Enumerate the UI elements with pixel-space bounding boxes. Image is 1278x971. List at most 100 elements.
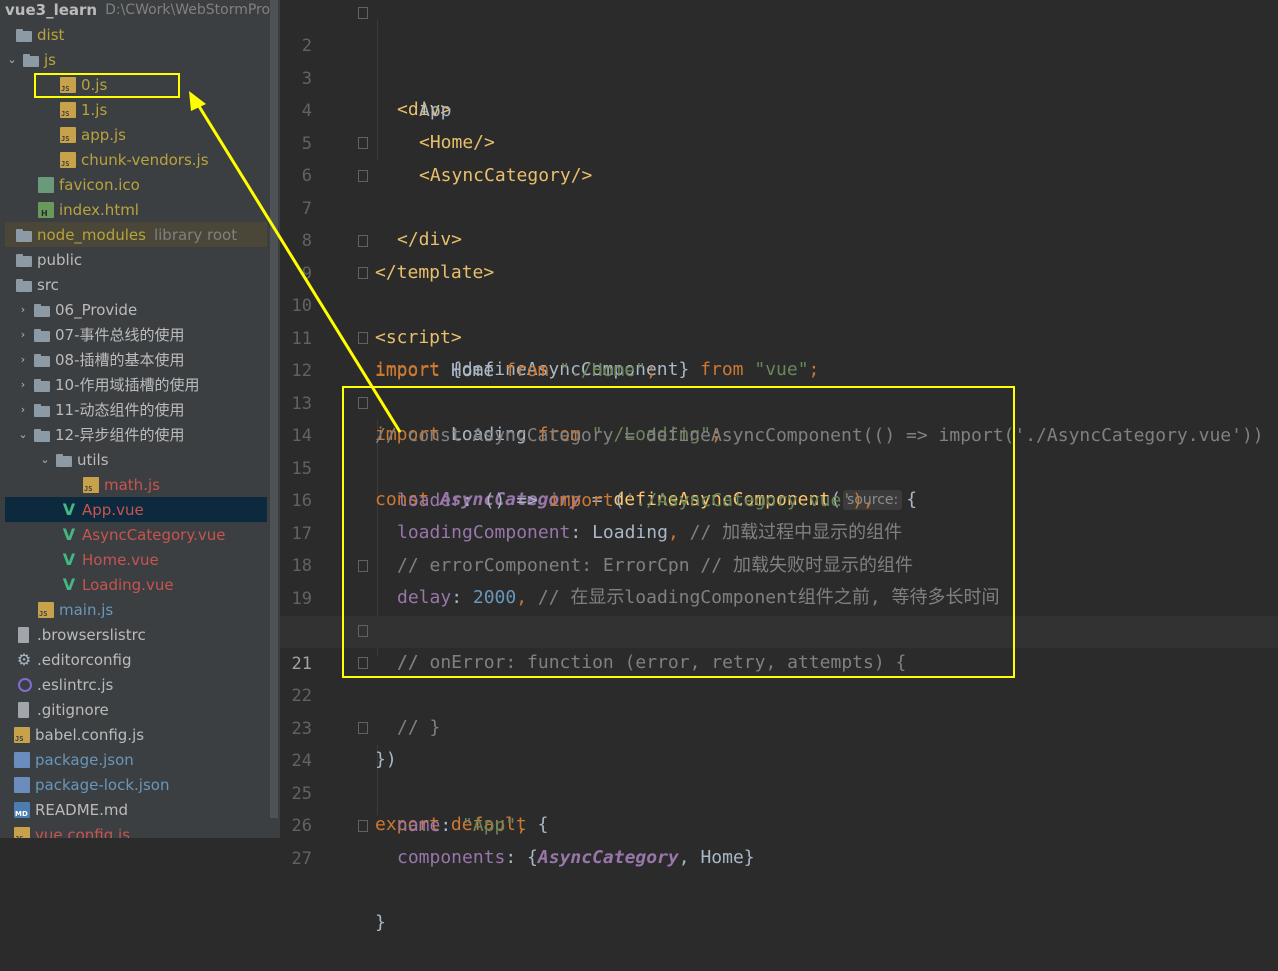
library-root-hint: library root — [153, 225, 238, 244]
markdown-file-icon: MD — [14, 801, 30, 818]
folder-icon — [34, 352, 50, 368]
tree-item-label: .browserslistrc — [37, 625, 146, 644]
tree-item-js[interactable]: ⌄ js — [5, 47, 267, 72]
tree-item-label: 07-事件总线的使用 — [55, 326, 185, 344]
tree-item-label: .editorconfig — [37, 650, 132, 669]
tree-item-gitignore[interactable]: .gitignore — [5, 697, 267, 722]
tree-item-label: 11-动态组件的使用 — [55, 401, 185, 419]
tree-item-label: AsyncCategory.vue — [82, 525, 226, 544]
project-panel: vue3_learn D:\CWork\WebStormPro dist ⌄ j… — [0, 0, 280, 838]
sidebar-scrollbar[interactable] — [270, 0, 278, 818]
folder-icon — [16, 277, 32, 293]
html-file-icon: H — [38, 201, 54, 218]
chevron-down-icon[interactable]: ⌄ — [38, 453, 52, 466]
tree-item-utils[interactable]: ⌄ utils — [5, 447, 267, 472]
tree-item-12[interactable]: ⌄ 12-异步组件的使用 — [5, 422, 267, 447]
tree-item-main-js[interactable]: JS main.js — [5, 597, 267, 622]
tree-item-favicon[interactable]: favicon.ico — [5, 172, 267, 197]
tree-item-label: chunk-vendors.js — [81, 150, 209, 169]
root-name: vue3_learn — [5, 0, 98, 19]
tree-item-label: utils — [77, 450, 109, 469]
js-file-icon: JS — [60, 126, 76, 143]
folder-icon — [16, 252, 32, 268]
js-file-icon: JS — [83, 476, 99, 493]
tree-item-browserslistrc[interactable]: .browserslistrc — [5, 622, 267, 647]
fold-marker-icon[interactable] — [358, 235, 368, 247]
tree-item-index-html[interactable]: H index.html — [5, 197, 267, 222]
fold-marker-icon[interactable] — [358, 170, 368, 182]
chevron-down-icon[interactable]: ⌄ — [5, 53, 19, 66]
chevron-down-icon[interactable]: ⌄ — [16, 428, 30, 441]
code-line: 2 <div> — [280, 0, 1278, 120]
chevron-right-icon[interactable]: › — [16, 328, 30, 341]
fold-marker-icon[interactable] — [358, 137, 368, 149]
tree-item-label: Loading.vue — [82, 575, 174, 594]
tree-item-asynccategory-vue[interactable]: V AsyncCategory.vue — [5, 522, 267, 547]
folder-icon — [16, 227, 32, 243]
js-file-icon: JS — [38, 601, 54, 618]
js-file-icon: JS — [14, 826, 30, 838]
code-line: 8 — [280, 193, 1278, 251]
tree-item-label: index.html — [59, 200, 139, 219]
code-line: 5 <AsyncCategory/> — [280, 96, 1278, 186]
fold-marker-icon[interactable] — [358, 722, 368, 734]
gear-icon: ⚙ — [16, 650, 32, 669]
code-line: 9 <script> — [280, 226, 1278, 348]
tree-item-08[interactable]: › 08-插槽的基本使用 — [5, 347, 267, 372]
tree-item-babel-config[interactable]: JS babel.config.js — [5, 722, 267, 747]
tree-item-math-js[interactable]: JS math.js — [5, 472, 267, 497]
json-file-icon — [14, 776, 30, 793]
tree-root[interactable]: vue3_learn D:\CWork\WebStormPro — [5, 0, 270, 22]
text-file-icon — [18, 701, 29, 718]
tree-item-07[interactable]: › 07-事件总线的使用 — [5, 322, 267, 347]
tree-item-app-js[interactable]: JS app.js — [5, 122, 267, 147]
tree-item-editorconfig[interactable]: ⚙ .editorconfig — [5, 647, 267, 672]
tree-item-src[interactable]: src — [5, 272, 267, 297]
fold-marker-icon[interactable] — [358, 267, 368, 279]
tree-item-label: 10-作用域插槽的使用 — [55, 376, 200, 394]
tree-item-label: 06_Provide — [55, 300, 138, 319]
tree-item-11[interactable]: › 11-动态组件的使用 — [5, 397, 267, 422]
tree-item-loading-vue[interactable]: V Loading.vue — [5, 572, 267, 597]
code-token: , Home} — [678, 847, 755, 868]
tree-item-label: package-lock.json — [35, 775, 170, 794]
tree-item-label: Home.vue — [82, 550, 159, 569]
tree-item-label: 08-插槽的基本使用 — [55, 351, 185, 369]
folder-icon — [34, 377, 50, 393]
tree-item-vue-config[interactable]: JS vue.config.js — [5, 822, 267, 838]
chevron-right-icon[interactable]: › — [16, 303, 30, 316]
code-line: 12 import Loading from "./Loading"; — [280, 323, 1278, 445]
tree-item-label: main.js — [59, 600, 114, 619]
tree-item-eslintrc[interactable]: .eslintrc.js — [5, 672, 267, 697]
tree-item-package-lock-json[interactable]: package-lock.json — [5, 772, 267, 797]
tree-item-app-vue[interactable]: V App.vue — [5, 497, 267, 522]
code-line: 27 } — [280, 811, 1278, 933]
folder-icon — [34, 402, 50, 418]
tree-item-label: dist — [37, 25, 65, 44]
tree-item-label: math.js — [104, 475, 160, 494]
tree-item-readme[interactable]: MD README.md — [5, 797, 267, 822]
tree-item-label: README.md — [35, 800, 129, 819]
fold-marker-icon[interactable] — [358, 332, 368, 344]
tree-item-label: .gitignore — [37, 700, 109, 719]
chevron-right-icon[interactable]: › — [16, 353, 30, 366]
code-line: 7 </template> — [280, 161, 1278, 283]
tree-item-label: src — [37, 275, 59, 294]
tree-item-dist[interactable]: dist — [5, 22, 267, 47]
code-line: 24 export default { — [280, 713, 1278, 835]
tree-item-06-provide[interactable]: › 06_Provide — [5, 297, 267, 322]
fold-marker-icon[interactable] — [358, 7, 368, 19]
tree-item-home-vue[interactable]: V Home.vue — [5, 547, 267, 572]
fold-marker-icon[interactable] — [358, 820, 368, 832]
code-line: 3 App — [280, 31, 1278, 121]
tree-item-node-modules[interactable]: node_modules library root — [5, 222, 267, 247]
vue-icon: V — [62, 550, 76, 569]
tree-item-1-js[interactable]: JS 1.js — [5, 97, 267, 122]
tree-item-package-json[interactable]: package.json — [5, 747, 267, 772]
text-file-icon — [18, 626, 29, 643]
chevron-right-icon[interactable]: › — [16, 403, 30, 416]
chevron-right-icon[interactable]: › — [16, 378, 30, 391]
tree-item-chunk-vendors-js[interactable]: JS chunk-vendors.js — [5, 147, 267, 172]
tree-item-public[interactable]: public — [5, 247, 267, 272]
tree-item-10[interactable]: › 10-作用域插槽的使用 — [5, 372, 267, 397]
